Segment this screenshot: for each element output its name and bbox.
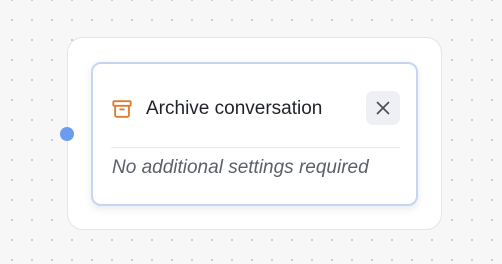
card-header: Archive conversation <box>93 64 416 148</box>
close-button[interactable] <box>366 91 400 125</box>
close-icon <box>376 101 390 115</box>
settings-note: No additional settings required <box>112 157 369 178</box>
connector-handle[interactable] <box>60 127 74 141</box>
divider <box>111 147 400 148</box>
action-card[interactable]: Archive conversation No additional setti… <box>91 62 418 206</box>
archive-box-icon <box>112 100 132 118</box>
node-title: Archive conversation <box>146 98 323 119</box>
